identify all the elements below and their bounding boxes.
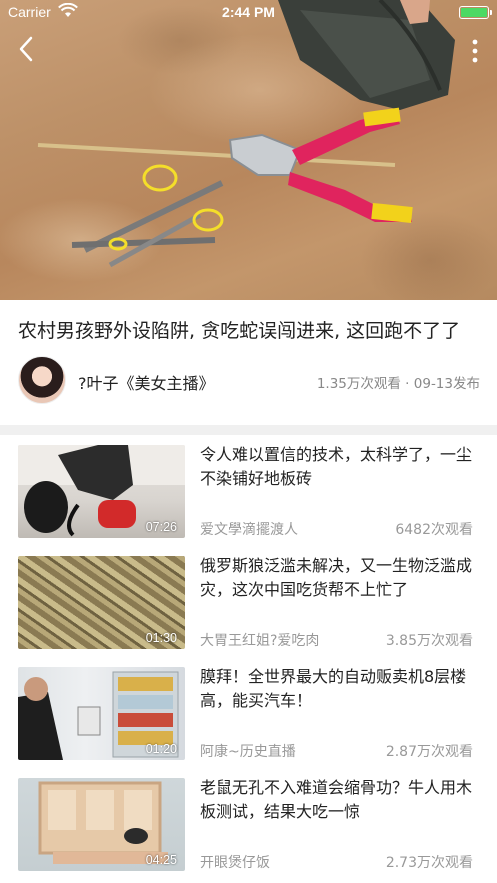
item-views: 2.87万次观看 <box>385 744 473 760</box>
item-title[interactable]: 膜拜！全世界最大的自动贩卖机8层楼高，能买汽车！ <box>200 665 476 713</box>
item-views: 3.85万次观看 <box>385 633 473 649</box>
author-name[interactable]: ?叶子《美女主播》 <box>78 370 215 394</box>
video-title: 农村男孩野外设陷阱, 贪吃蛇误闯进来, 这回跑不了了 <box>18 320 461 342</box>
status-bar: Carrier 2:44 PM <box>0 0 497 26</box>
battery-icon <box>459 6 492 19</box>
more-options-icon[interactable] <box>467 36 483 66</box>
item-title[interactable]: 老鼠无孔不入难道会缩骨功？牛人用木板测试，结果大吃一惊 <box>200 776 476 824</box>
item-views: 2.73万次观看 <box>385 855 473 871</box>
item-views: 6482次观看 <box>395 522 473 538</box>
item-author[interactable]: 爱文學滴擺渡人 <box>200 519 298 539</box>
video-duration: 01:30 <box>145 631 177 645</box>
video-scene <box>37 0 455 268</box>
status-time: 2:44 PM <box>222 4 275 20</box>
video-thumbnail[interactable]: 04:25 <box>18 778 185 871</box>
list-item[interactable]: 04:25 老鼠无孔不入难道会缩骨功？牛人用木板测试，结果大吃一惊 开眼煲仔饭 … <box>0 768 497 880</box>
back-icon[interactable] <box>12 34 42 64</box>
list-item[interactable]: 01:30 俄罗斯狼泛滥未解决，又一生物泛滥成灾，这次中国吃货帮不上忙了 大胃王… <box>0 546 497 658</box>
item-title[interactable]: 俄罗斯狼泛滥未解决，又一生物泛滥成灾，这次中国吃货帮不上忙了 <box>200 554 476 602</box>
video-thumbnail[interactable]: 01:20 <box>18 667 185 760</box>
item-author[interactable]: 阿康~历史直播 <box>200 741 296 761</box>
item-author[interactable]: 开眼煲仔饭 <box>200 852 270 872</box>
video-duration: 07:26 <box>145 520 177 534</box>
video-thumbnail[interactable]: 01:30 <box>18 556 185 649</box>
list-item[interactable]: 07:26 令人难以置信的技术，太科学了，一尘不染铺好地板砖 爱文學滴擺渡人 6… <box>0 435 497 547</box>
item-author[interactable]: 大胃王红姐?爱吃肉 <box>200 630 319 650</box>
list-item[interactable]: 01:20 膜拜！全世界最大的自动贩卖机8层楼高，能买汽车！ 阿康~历史直播 2… <box>0 657 497 769</box>
video-duration: 01:20 <box>145 742 177 756</box>
section-divider <box>0 425 497 435</box>
video-player[interactable]: Carrier 2:44 PM <box>0 0 497 300</box>
author-row[interactable]: ?叶子《美女主播》 1.35万次观看 · 09-13发布 <box>18 356 480 406</box>
item-title[interactable]: 令人难以置信的技术，太科学了，一尘不染铺好地板砖 <box>200 443 476 491</box>
video-thumbnail[interactable]: 07:26 <box>18 445 185 538</box>
video-meta: 1.35万次观看 · 09-13发布 <box>316 376 480 392</box>
video-duration: 04:25 <box>145 853 177 867</box>
author-avatar[interactable] <box>18 356 66 404</box>
